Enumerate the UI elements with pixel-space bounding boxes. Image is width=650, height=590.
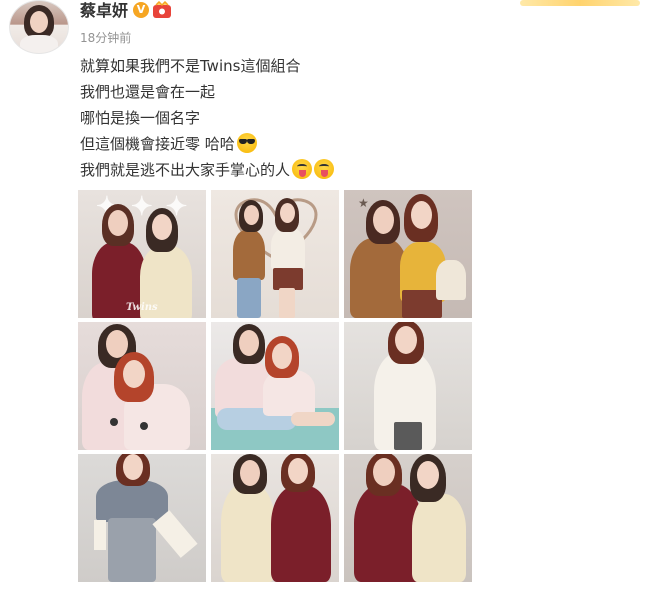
post-line: 我們也還是會在一起	[80, 83, 216, 101]
photo-1[interactable]: ✦ ✦ ✦ Twins	[78, 190, 206, 318]
watch-icon	[110, 418, 118, 426]
photo-grid: ✦ ✦ ✦ Twins ★	[78, 190, 472, 583]
post-line: 就算如果我們不是Twins這個組合	[80, 57, 301, 75]
watch-icon	[140, 422, 148, 430]
photo-7[interactable]	[78, 454, 206, 582]
cool-sunglasses-emoji-icon	[236, 133, 257, 153]
photo-9[interactable]	[344, 454, 472, 582]
photo-4[interactable]	[78, 322, 206, 450]
fan-badge-icon	[153, 1, 171, 18]
username[interactable]: 蔡卓妍	[80, 0, 128, 22]
verified-badge-icon: V	[133, 2, 149, 18]
photo-8[interactable]	[211, 454, 339, 582]
star-decoration-icon: ★	[358, 196, 369, 210]
post-line: 我們就是逃不出大家手掌心的人	[80, 158, 500, 184]
photo-6[interactable]	[344, 322, 472, 450]
tongue-out-emoji-icon	[314, 159, 335, 179]
post-line: 但這個機會接近零 哈哈	[80, 132, 500, 158]
post-text: 就算如果我們不是Twins這個組合 我們也還是會在一起 哪怕是換一個名字 但這個…	[80, 54, 500, 184]
photo-caption: Twins	[126, 302, 158, 313]
photo-2[interactable]	[211, 190, 339, 318]
tongue-out-emoji-icon	[292, 159, 313, 179]
top-decoration	[520, 0, 640, 6]
post-timestamp[interactable]: 18分钟前	[80, 29, 131, 46]
user-avatar[interactable]	[9, 0, 69, 54]
post-line: 哪怕是換一個名字	[80, 109, 201, 127]
photo-3[interactable]: ★	[344, 190, 472, 318]
photo-5[interactable]	[211, 322, 339, 450]
